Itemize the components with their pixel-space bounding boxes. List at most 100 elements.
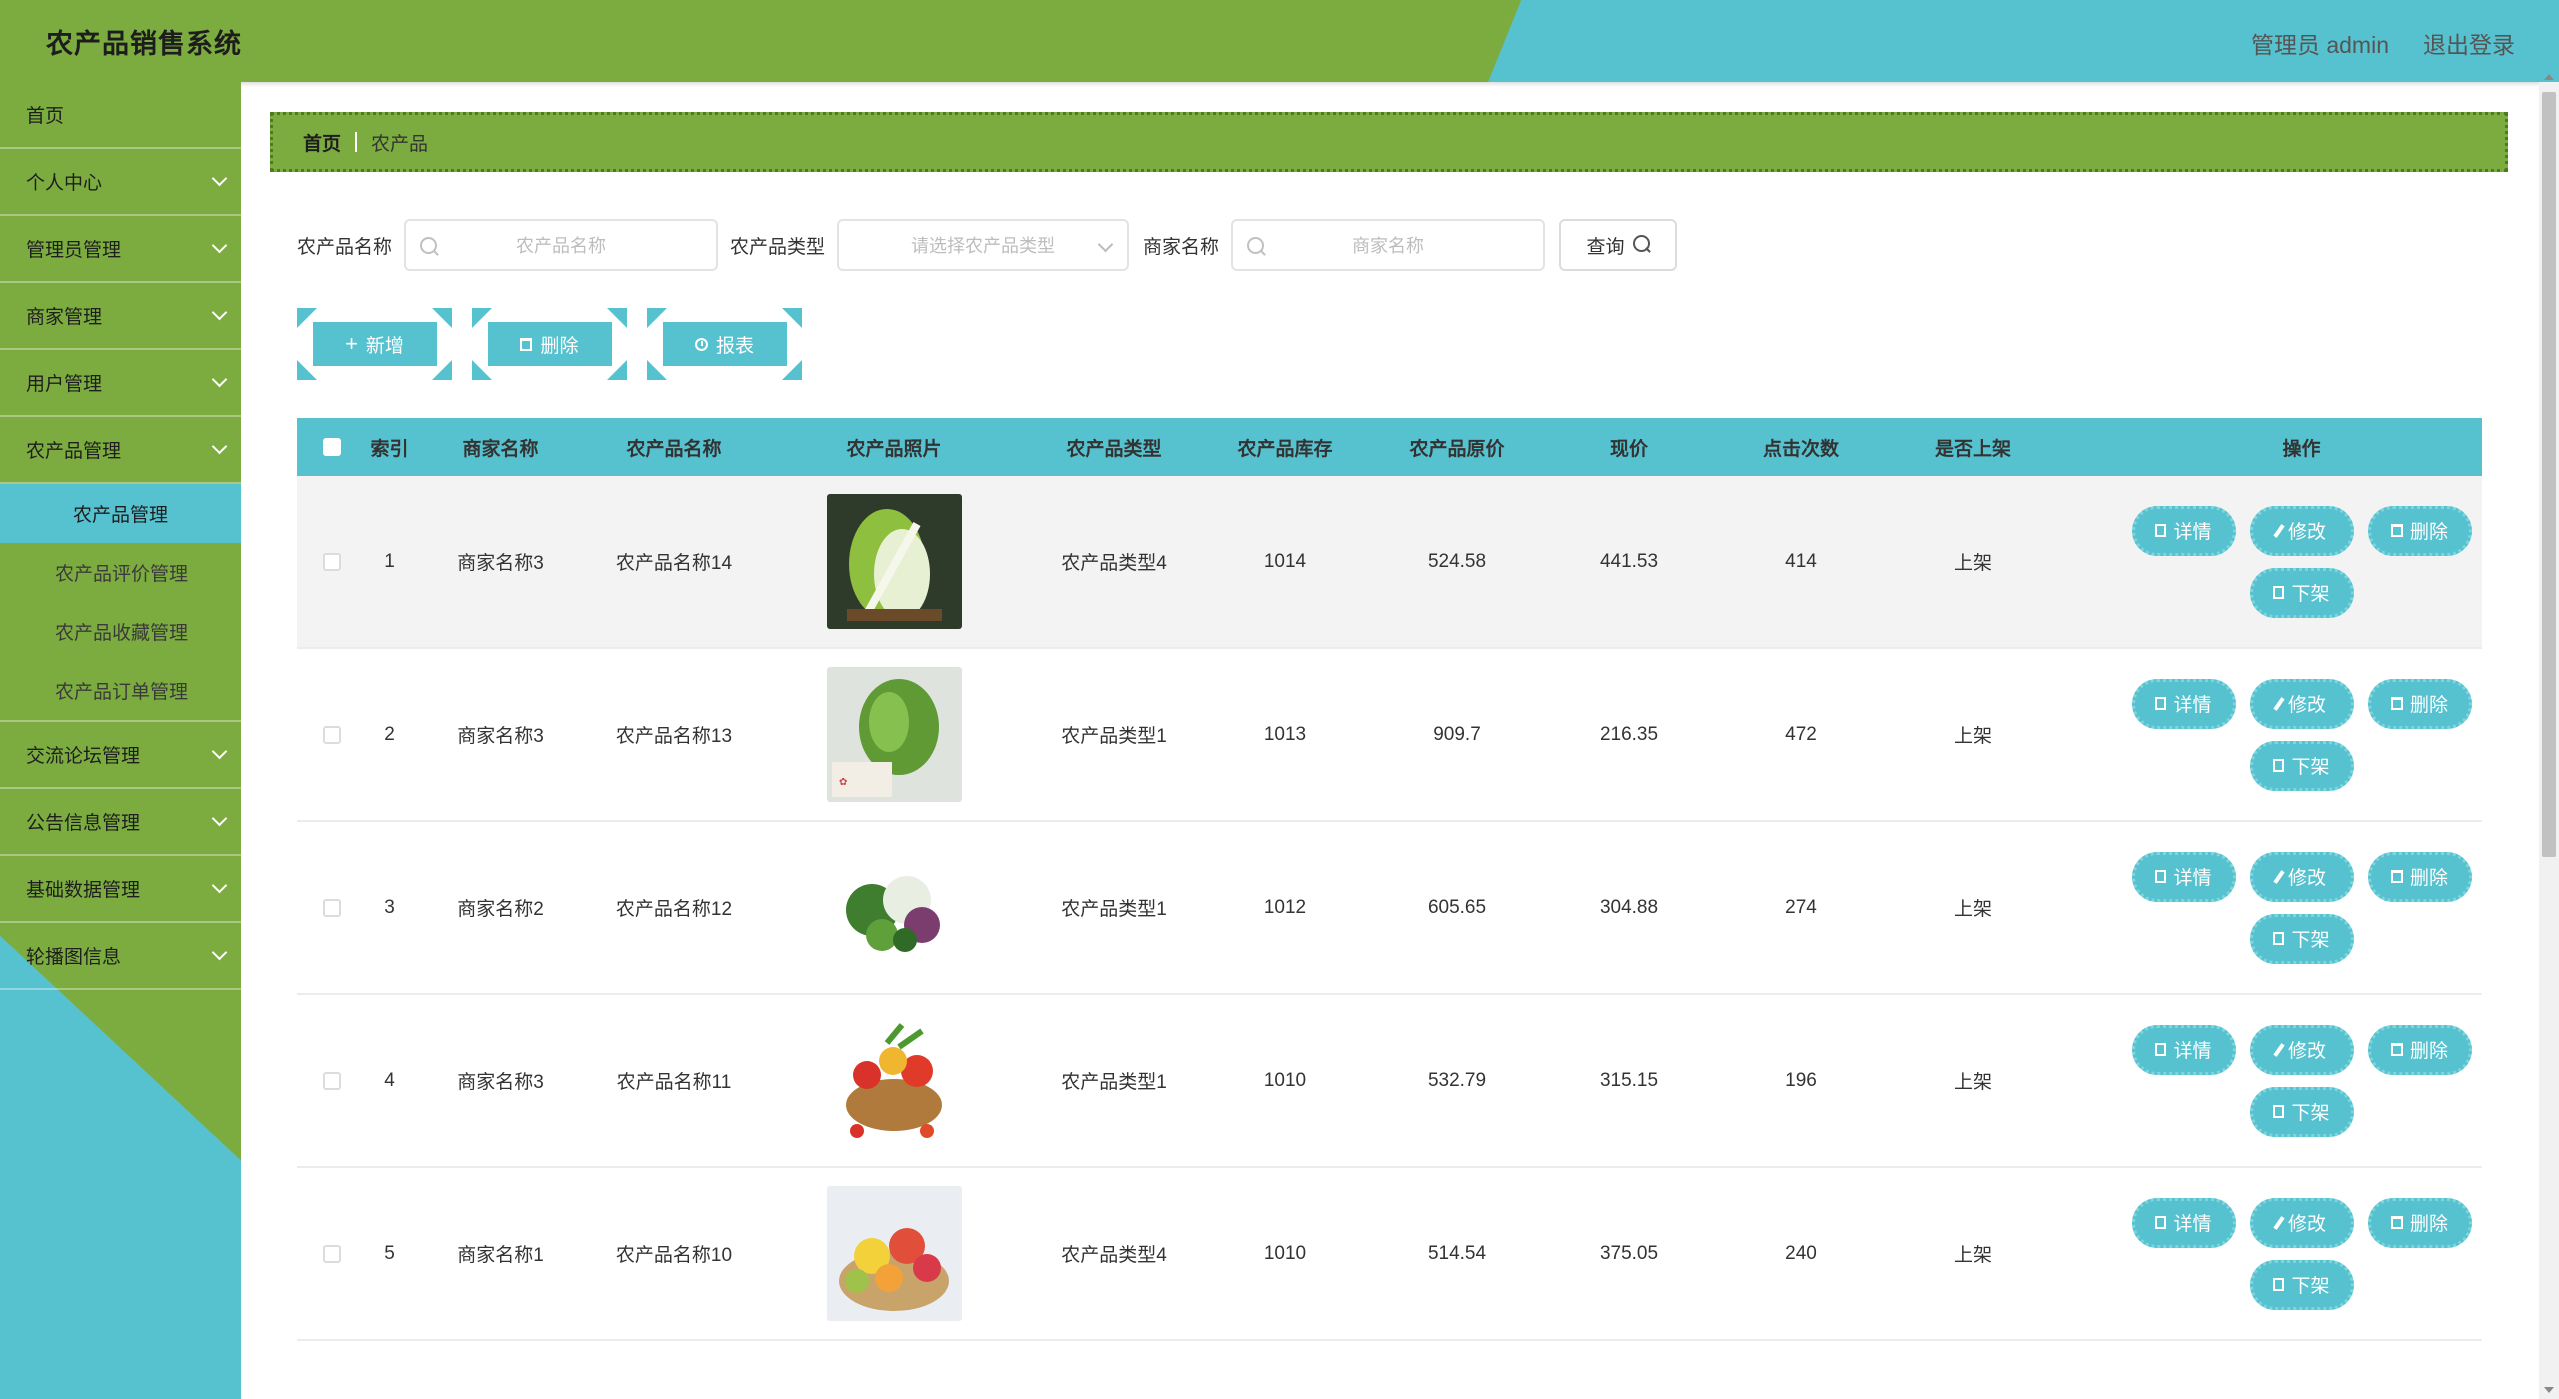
cell-shelf: 上架 — [1953, 899, 1992, 920]
product-photo — [826, 1186, 962, 1321]
document-icon — [2273, 932, 2285, 945]
logout-link[interactable]: 退出登录 — [2423, 26, 2515, 60]
add-label: 新增 — [365, 335, 404, 357]
sidebar-item-personal[interactable]: 个人中心 — [0, 149, 241, 216]
header-name: 农产品名称 — [626, 438, 722, 460]
document-icon — [2155, 524, 2167, 537]
sidebar-item-notice[interactable]: 公告信息管理 — [0, 789, 241, 856]
delete-button[interactable]: 删除 — [2367, 851, 2472, 902]
header-shop: 商家名称 — [462, 438, 539, 460]
delete-button[interactable]: 删除 — [2367, 1197, 2472, 1248]
trash-icon — [2390, 1216, 2403, 1229]
shop-name-label: 商家名称 — [1143, 236, 1220, 258]
pencil-icon — [2273, 1042, 2285, 1057]
submenu-item-order[interactable]: 农产品订单管理 — [0, 661, 241, 720]
sidebar-item-admin[interactable]: 管理员管理 — [0, 216, 241, 283]
page-scrollbar[interactable] — [2539, 74, 2559, 1399]
select-all-checkbox[interactable] — [323, 438, 341, 456]
detail-button[interactable]: 详情 — [2131, 851, 2236, 902]
clock-icon — [694, 337, 708, 351]
table-row: 1 商家名称3 农产品名称14 农产品类型4 1014 524.58 441.53 414 上架… — [297, 476, 2482, 649]
document-icon — [2273, 586, 2285, 599]
add-button[interactable]: + 新增 — [297, 308, 452, 380]
shop-name-input[interactable]: 商家名称 — [1231, 219, 1546, 271]
product-photo — [826, 494, 962, 629]
cell-shop: 商家名称1 — [457, 1245, 544, 1266]
search-icon — [1247, 237, 1265, 254]
delete-button[interactable]: 删除 — [2367, 1024, 2472, 1075]
sidebar-item-label: 公告信息管理 — [26, 813, 141, 834]
submenu-item-favorite[interactable]: 农产品收藏管理 — [0, 602, 241, 661]
scroll-up-icon[interactable] — [2544, 74, 2554, 80]
scroll-down-icon[interactable] — [2544, 1387, 2554, 1393]
edit-button[interactable]: 修改 — [2249, 851, 2354, 902]
breadcrumb-home[interactable]: 首页 — [303, 129, 341, 156]
row-checkbox[interactable] — [323, 1071, 341, 1090]
app-title: 农产品销售系统 — [46, 29, 242, 59]
sidebar-item-home[interactable]: 首页 — [0, 82, 241, 149]
sidebar-item-merchant[interactable]: 商家管理 — [0, 283, 241, 350]
cell-name: 农产品名称11 — [616, 1072, 732, 1093]
delete-button[interactable]: 删除 — [2367, 678, 2472, 729]
product-type-placeholder: 请选择农产品类型 — [911, 236, 1056, 256]
scroll-thumb[interactable] — [2542, 92, 2556, 857]
off-shelf-button[interactable]: 下架 — [2249, 740, 2354, 791]
edit-button[interactable]: 修改 — [2249, 505, 2354, 556]
cell-stock: 1010 — [1263, 1242, 1307, 1264]
document-icon — [2155, 697, 2167, 710]
cell-shop: 商家名称3 — [457, 726, 544, 747]
search-icon — [420, 237, 438, 254]
detail-button[interactable]: 详情 — [2131, 1197, 2236, 1248]
cell-stock: 1010 — [1263, 1069, 1307, 1091]
product-name-placeholder: 农产品名称 — [516, 236, 607, 256]
chevron-down-icon — [211, 438, 228, 455]
row-checkbox[interactable] — [323, 898, 341, 917]
product-name-label: 农产品名称 — [297, 236, 393, 258]
off-shelf-button[interactable]: 下架 — [2249, 1259, 2354, 1310]
cell-type: 农产品类型1 — [1061, 726, 1167, 747]
row-actions: 详情 修改 删除 下架 — [2122, 851, 2482, 964]
report-button[interactable]: 报表 — [647, 308, 802, 380]
cell-price: 514.54 — [1427, 1242, 1487, 1264]
off-shelf-button[interactable]: 下架 — [2249, 913, 2354, 964]
edit-button[interactable]: 修改 — [2249, 678, 2354, 729]
off-shelf-button[interactable]: 下架 — [2249, 567, 2354, 618]
product-table: 索引 商家名称 农产品名称 农产品照片 农产品类型 农产品库存 农产品原价 现价… — [297, 418, 2482, 1341]
row-checkbox[interactable] — [323, 552, 341, 571]
batch-delete-button[interactable]: 删除 — [472, 308, 627, 380]
delete-button[interactable]: 删除 — [2367, 505, 2472, 556]
query-button[interactable]: 查询 — [1559, 219, 1678, 271]
sidebar-item-forum[interactable]: 交流论坛管理 — [0, 722, 241, 789]
table-row: 3 商家名称2 农产品名称12 农产品类型1 1012 605.65 304.88 274 上架… — [297, 822, 2482, 995]
cell-type: 农产品类型4 — [1061, 1245, 1167, 1266]
submenu-item-review[interactable]: 农产品评价管理 — [0, 543, 241, 602]
table-row: 2 商家名称3 农产品名称13 ✿ 农产品类型1 1013 909.7 216.35 472 上架… — [297, 649, 2482, 822]
chevron-down-icon — [211, 170, 228, 187]
detail-button[interactable]: 详情 — [2131, 1024, 2236, 1075]
product-type-select[interactable]: 请选择农产品类型 — [837, 219, 1130, 271]
cell-shelf: 上架 — [1953, 1072, 1992, 1093]
cell-shelf: 上架 — [1953, 1245, 1992, 1266]
cell-current-price: 375.05 — [1599, 1242, 1659, 1264]
cell-type: 农产品类型1 — [1061, 1072, 1167, 1093]
sidebar-item-carousel[interactable]: 轮播图信息 — [0, 923, 241, 990]
submenu-item-product[interactable]: 农产品管理 — [0, 484, 241, 543]
edit-button[interactable]: 修改 — [2249, 1197, 2354, 1248]
header-type: 农产品类型 — [1066, 438, 1162, 460]
chevron-down-icon — [211, 304, 228, 321]
detail-button[interactable]: 详情 — [2131, 678, 2236, 729]
pencil-icon — [2273, 696, 2285, 711]
row-checkbox[interactable] — [323, 1244, 341, 1263]
cell-index: 3 — [384, 896, 395, 918]
detail-button[interactable]: 详情 — [2131, 505, 2236, 556]
delete-label: 删除 — [540, 335, 579, 357]
row-checkbox[interactable] — [323, 725, 341, 744]
sidebar-item-basic-data[interactable]: 基础数据管理 — [0, 856, 241, 923]
sidebar-item-product[interactable]: 农产品管理 — [0, 417, 241, 484]
cell-price: 532.79 — [1427, 1069, 1487, 1091]
off-shelf-button[interactable]: 下架 — [2249, 1086, 2354, 1137]
product-name-input[interactable]: 农产品名称 — [404, 219, 719, 271]
edit-button[interactable]: 修改 — [2249, 1024, 2354, 1075]
sidebar-item-user[interactable]: 用户管理 — [0, 350, 241, 417]
table-row: 4 商家名称3 农产品名称11 农产品类型1 1010 532.79 315.15 196 上架… — [297, 995, 2482, 1168]
